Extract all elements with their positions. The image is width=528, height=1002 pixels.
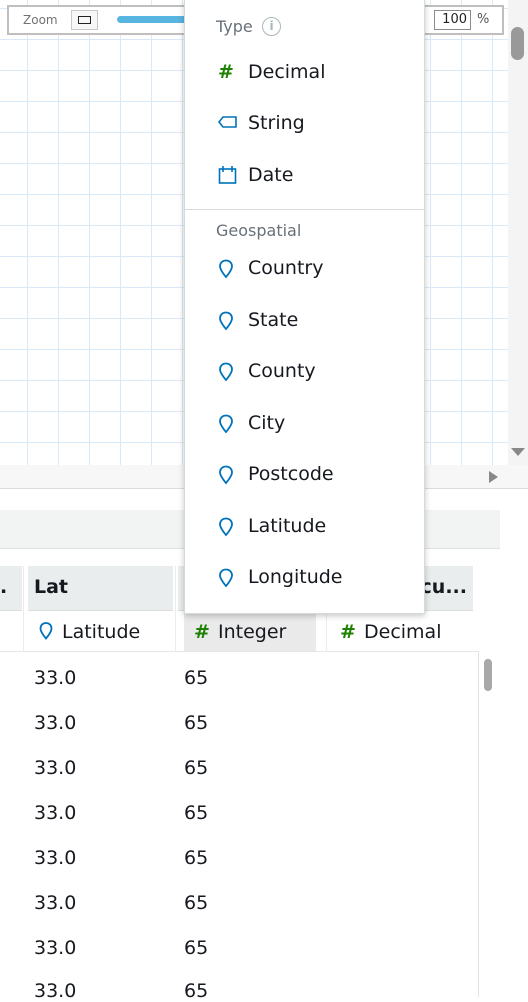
menu-item-label: String — [248, 112, 305, 134]
menu-item-state[interactable]: State — [185, 299, 424, 345]
menu-group-geospatial-title: Geospatial — [216, 221, 302, 240]
cell-lat[interactable]: 33.0 — [34, 937, 76, 959]
field-type-label: Integer — [218, 621, 287, 643]
column-divider — [175, 566, 176, 652]
menu-item-label: State — [248, 309, 299, 331]
hash-icon: # — [194, 621, 210, 643]
map-pin-icon — [218, 465, 238, 485]
map-pin-icon — [218, 517, 238, 537]
cell-lat[interactable]: 33.0 — [34, 667, 76, 689]
canvas-vertical-scrollbar[interactable] — [508, 0, 528, 465]
map-pin-icon — [218, 362, 238, 382]
fit-screen-icon — [78, 16, 91, 24]
menu-item-postcode[interactable]: Postcode — [185, 453, 424, 499]
cell-integer[interactable]: 65 — [184, 937, 208, 959]
grid-header-divider — [0, 651, 478, 652]
column-divider — [23, 566, 24, 652]
menu-item-label: Longitude — [248, 566, 343, 588]
map-pin-icon — [36, 613, 56, 651]
field-type-menu: Type i # Decimal String Date Geospatial … — [184, 0, 425, 614]
menu-item-decimal[interactable]: # Decimal — [185, 51, 424, 97]
menu-item-label: County — [248, 360, 316, 382]
field-type-label: Latitude — [62, 621, 141, 643]
menu-item-country[interactable]: Country — [185, 247, 424, 293]
menu-item-longitude[interactable]: Longitude — [185, 556, 424, 602]
map-pin-icon — [218, 311, 238, 331]
map-pin-icon — [218, 414, 238, 434]
menu-item-label: City — [248, 412, 286, 434]
hash-icon: # — [218, 61, 234, 83]
cell-integer[interactable]: 65 — [184, 847, 208, 869]
menu-item-label: Date — [248, 164, 294, 186]
field-type-decimal[interactable]: # Decimal — [330, 613, 470, 651]
zoom-fit-button[interactable] — [71, 10, 98, 30]
column-header-truncated[interactable]: . — [0, 566, 22, 611]
column-header-label: Lat — [34, 576, 69, 598]
cell-lat[interactable]: 33.0 — [34, 757, 76, 779]
scroll-down-arrow-icon[interactable] — [511, 448, 525, 456]
menu-divider — [185, 209, 424, 210]
tag-icon — [217, 114, 238, 134]
menu-item-label: Decimal — [248, 61, 326, 83]
canvas-scroll-thumb[interactable] — [511, 27, 524, 60]
menu-item-label: Country — [248, 257, 324, 279]
field-type-latitude[interactable]: Latitude — [28, 613, 173, 651]
cell-lat[interactable]: 33.0 — [34, 892, 76, 914]
column-header-label: cu... — [420, 576, 467, 598]
menu-group-type-title: Type — [216, 17, 253, 36]
cell-integer[interactable]: 65 — [184, 757, 208, 779]
cell-lat[interactable]: 33.0 — [34, 712, 76, 734]
menu-item-label: Latitude — [248, 515, 327, 537]
menu-item-label: Postcode — [248, 463, 334, 485]
cell-integer[interactable]: 65 — [184, 712, 208, 734]
cell-lat[interactable]: 33.0 — [34, 802, 76, 824]
cell-integer[interactable]: 65 — [184, 802, 208, 824]
menu-item-county[interactable]: County — [185, 350, 424, 396]
column-header-lat[interactable]: Lat — [28, 566, 173, 611]
menu-item-latitude[interactable]: Latitude — [185, 505, 424, 551]
zoom-value-input[interactable]: 100 — [434, 10, 471, 30]
cell-integer[interactable]: 65 — [184, 892, 208, 914]
field-type-label: Decimal — [364, 621, 442, 643]
menu-item-city[interactable]: City — [185, 402, 424, 448]
menu-item-date[interactable]: Date — [185, 154, 424, 200]
map-pin-icon — [218, 568, 238, 588]
column-header-label: . — [0, 576, 8, 598]
cell-lat[interactable]: 33.0 — [34, 980, 76, 1002]
cell-lat[interactable]: 33.0 — [34, 847, 76, 869]
info-icon[interactable]: i — [262, 17, 281, 36]
cell-integer[interactable]: 65 — [184, 980, 208, 1002]
menu-item-string[interactable]: String — [185, 102, 424, 148]
grid-vertical-scrollbar[interactable] — [478, 651, 479, 997]
calendar-icon — [218, 166, 238, 186]
cell-integer[interactable]: 65 — [184, 667, 208, 689]
field-type-integer[interactable]: # Integer — [184, 613, 316, 651]
hash-icon: # — [340, 621, 356, 643]
map-pin-icon — [218, 259, 238, 279]
zoom-slider[interactable] — [117, 16, 187, 23]
zoom-unit: % — [477, 12, 490, 27]
scroll-right-arrow-icon[interactable] — [489, 471, 498, 483]
grid-scroll-thumb[interactable] — [484, 659, 492, 691]
zoom-label: Zoom — [23, 13, 58, 27]
